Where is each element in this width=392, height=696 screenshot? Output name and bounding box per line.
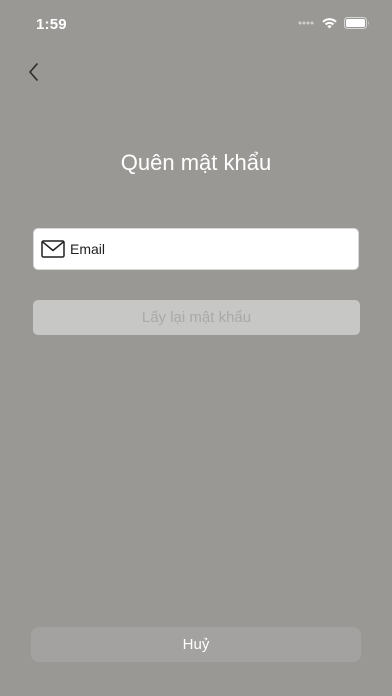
cancel-button[interactable]: Huỷ [31, 627, 361, 662]
status-icons [297, 16, 370, 34]
status-bar: 1:59 [0, 0, 392, 48]
page-title: Quên mật khẩu [120, 150, 272, 175]
battery-icon [344, 16, 370, 34]
wifi-icon [321, 16, 338, 34]
back-button[interactable] [20, 60, 48, 88]
recover-password-button[interactable]: Lấy lại mật khẩu [33, 300, 360, 335]
email-input[interactable] [70, 229, 358, 269]
signal-icon [297, 16, 315, 34]
chevron-left-icon [27, 62, 41, 87]
mail-icon [40, 239, 66, 259]
email-field[interactable] [33, 228, 359, 270]
status-time: 1:59 [36, 16, 67, 33]
